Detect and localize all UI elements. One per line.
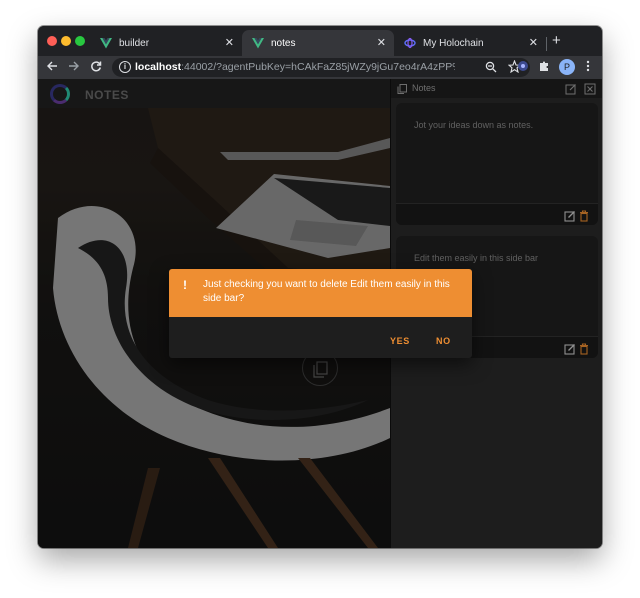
page-content: NOTES Notes Jot your ideas down as notes… (38, 79, 602, 548)
tab-close-icon[interactable]: ✕ (529, 37, 538, 49)
tab-title: notes (271, 37, 296, 49)
extensions-puzzle-icon[interactable] (537, 60, 551, 74)
dialog-banner: ! Just checking you want to delete Edit … (169, 269, 472, 317)
tab-separator (546, 37, 547, 51)
site-info-icon[interactable]: i (119, 61, 131, 73)
delete-confirm-dialog: ! Just checking you want to delete Edit … (169, 269, 472, 358)
tab-builder[interactable]: builder ✕ (90, 30, 242, 56)
forward-icon[interactable] (67, 60, 81, 74)
yes-button[interactable]: YES (390, 336, 410, 346)
reload-icon[interactable] (89, 60, 103, 74)
extension-icon[interactable] (516, 60, 530, 74)
address-bar[interactable]: i localhost:44002/?agentPubKey=hCAkFaZ85… (112, 58, 530, 77)
zoom-icon[interactable] (484, 61, 498, 75)
profile-avatar[interactable]: P (559, 59, 575, 75)
menu-kebab-icon[interactable] (581, 60, 595, 74)
tab-strip: builder ✕ notes ✕ My Holochain ✕ + (38, 26, 602, 56)
browser-toolbar: i localhost:44002/?agentPubKey=hCAkFaZ85… (38, 56, 602, 79)
holochain-icon (404, 37, 416, 49)
browser-window: builder ✕ notes ✕ My Holochain ✕ + i loc… (38, 26, 602, 548)
close-window-button[interactable] (47, 36, 57, 46)
tab-title: builder (119, 37, 150, 49)
minimize-window-button[interactable] (61, 36, 71, 46)
maximize-window-button[interactable] (75, 36, 85, 46)
tab-close-icon[interactable]: ✕ (225, 37, 234, 49)
dialog-message: Just checking you want to delete Edit th… (203, 279, 450, 304)
tab-close-icon[interactable]: ✕ (377, 37, 386, 49)
tab-title: My Holochain (423, 37, 484, 49)
vue-logo-icon (252, 37, 264, 49)
warning-icon: ! (183, 278, 187, 292)
url-text: localhost:44002/?agentPubKey=hCAkFaZ85jW… (135, 61, 455, 73)
back-icon[interactable] (45, 60, 59, 74)
tab-my-holochain[interactable]: My Holochain ✕ (394, 30, 546, 56)
vue-logo-icon (100, 37, 112, 49)
new-tab-button[interactable]: + (552, 33, 561, 48)
tab-notes[interactable]: notes ✕ (242, 30, 394, 56)
no-button[interactable]: NO (436, 336, 451, 346)
